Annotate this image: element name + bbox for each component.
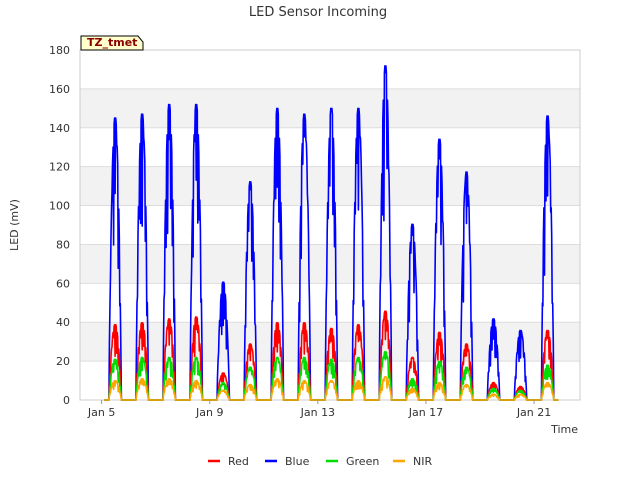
site-label-box: TZ_tmet: [80, 35, 144, 51]
x-tick-label: Jan 21: [516, 406, 551, 419]
y-tick-label: 140: [49, 122, 70, 135]
x-tick-label: Jan 13: [300, 406, 335, 419]
led-sensor-chart: 0 20 40 60 80 100 120 140 160 180 Jan 5 Jan 9 Jan 1…: [8, 5, 581, 468]
y-tick-label: 120: [49, 161, 70, 174]
legend-label-red: Red: [228, 455, 249, 468]
x-tick-label: Jan 5: [87, 406, 115, 419]
legend-label-nir: NIR: [413, 455, 432, 468]
background-band: [80, 283, 580, 323]
x-axis-label: Time: [550, 423, 578, 436]
y-tick-label: 80: [56, 238, 70, 251]
y-tick-label: 40: [56, 316, 70, 329]
background-band: [80, 244, 580, 284]
legend-label-green: Green: [346, 455, 379, 468]
x-tick-label: Jan 17: [408, 406, 443, 419]
y-axis-label: LED (mV): [8, 199, 21, 251]
y-tick-label: 160: [49, 83, 70, 96]
y-tick-label: 100: [49, 200, 70, 213]
background-band: [80, 50, 580, 89]
y-tick-label: 60: [56, 277, 70, 290]
x-axis-ticks: Jan 5 Jan 9 Jan 13 Jan 17 Jan 21: [87, 400, 551, 419]
y-tick-label: 20: [56, 355, 70, 368]
legend-label-blue: Blue: [285, 455, 310, 468]
y-tick-label: 0: [63, 394, 70, 407]
background-band: [80, 205, 580, 245]
legend: Red Blue Green NIR: [208, 455, 432, 468]
y-tick-label: 180: [49, 44, 70, 57]
chart-title: LED Sensor Incoming: [249, 5, 387, 20]
site-label: TZ_tmet: [87, 36, 137, 49]
plot-background-bands: [80, 50, 580, 400]
y-axis-ticks: 0 20 40 60 80 100 120 140 160 180: [49, 44, 70, 407]
x-tick-label: Jan 9: [195, 406, 223, 419]
